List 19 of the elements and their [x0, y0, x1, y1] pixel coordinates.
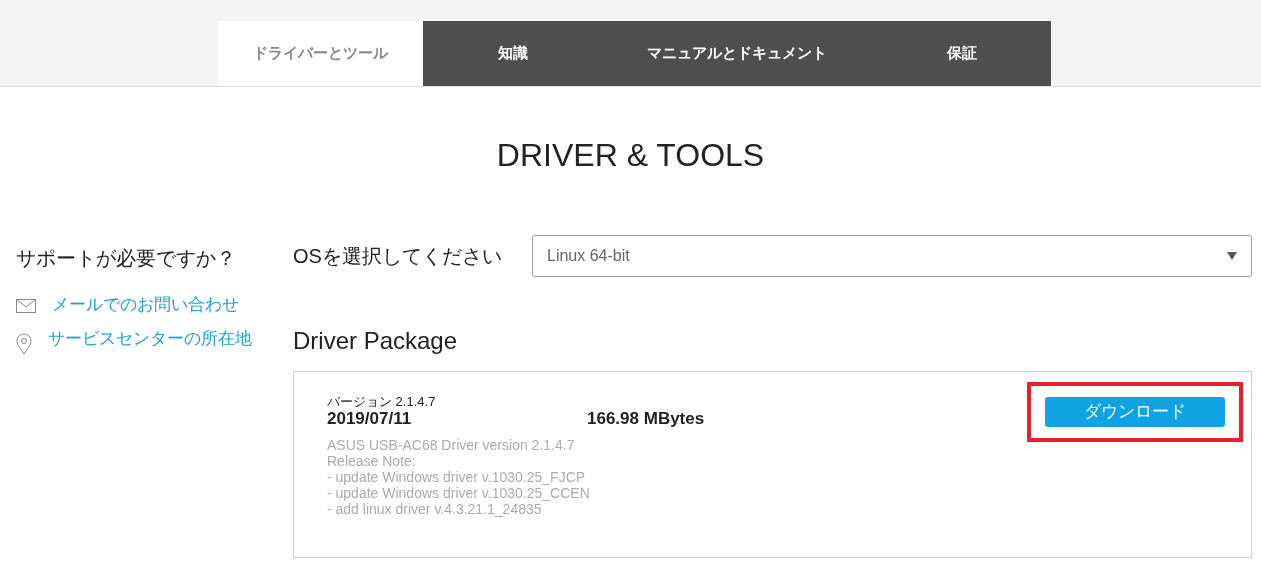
dropdown-caret-icon [1227, 252, 1237, 260]
release-note-line: - update Windows driver v.1030.25_FJCP [327, 469, 587, 485]
sidebar-link[interactable]: サービスセンターの所在地 [48, 329, 252, 349]
sidebar-link[interactable]: メールでのお問い合わせ [52, 295, 239, 315]
section-title: Driver Package [293, 326, 459, 356]
sidebar-heading: サポートが必要ですか？ [16, 246, 237, 271]
page-title: DRIVER & TOOLS [495, 136, 766, 175]
file-size: 166.98 MBytes [587, 409, 705, 429]
release-date: 2019/07/11 [327, 409, 413, 429]
release-note-line: - add linux driver v.4.3.21.1_24835 [327, 501, 543, 517]
release-note-line: ASUS USB-AC68 Driver version 2.1.4.7 [327, 437, 576, 453]
mail-icon [16, 299, 36, 313]
location-pin-icon [16, 333, 32, 355]
release-note-line: - update Windows driver v.1030.25_CCEN [327, 485, 591, 501]
tab[interactable]: ドライバーとツール [218, 21, 423, 86]
release-note-line: Release Note: [327, 453, 417, 469]
os-select-label: OSを選択してください [293, 244, 503, 269]
os-select[interactable]: Linux 64-bit [532, 235, 1252, 277]
version-label: バージョン 2.1.4.7 [327, 394, 437, 409]
